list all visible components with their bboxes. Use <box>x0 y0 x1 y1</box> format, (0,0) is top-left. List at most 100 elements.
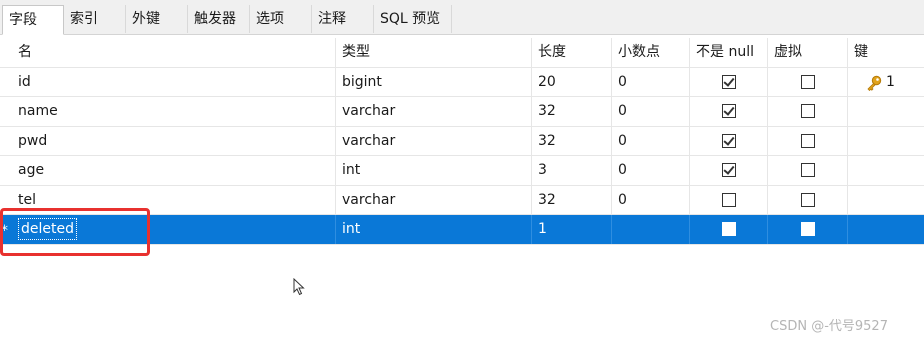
not-null-checkbox[interactable] <box>722 192 736 207</box>
header-virtual[interactable]: 虚拟 <box>768 38 848 67</box>
cell-virtual[interactable] <box>768 156 848 185</box>
cell-decimals-text: 0 <box>618 73 627 90</box>
cell-key[interactable] <box>848 127 924 156</box>
virtual-checkbox[interactable] <box>801 222 815 236</box>
tab-comments[interactable]: 注释 <box>312 5 374 33</box>
cell-type-text: int <box>342 162 361 178</box>
cell-key[interactable]: 1 <box>848 68 924 97</box>
tab-indexes[interactable]: 索引 <box>64 5 126 33</box>
cell-key[interactable] <box>848 156 924 185</box>
cell-decimals[interactable]: 0 <box>612 126 690 155</box>
cell-type-text: varchar <box>342 191 396 208</box>
virtual-checkbox[interactable] <box>801 74 815 89</box>
virtual-checkbox[interactable] <box>801 163 815 177</box>
tab-triggers[interactable]: 触发器 <box>188 5 250 33</box>
cell-type[interactable]: varchar <box>336 97 532 126</box>
not-null-checkbox[interactable] <box>722 163 736 177</box>
cell-name[interactable]: age <box>12 156 336 185</box>
cell-type[interactable]: varchar <box>336 185 532 214</box>
cell-name[interactable]: name <box>12 97 336 126</box>
cell-type-text: bigint <box>342 73 382 90</box>
tab-fields[interactable]: 字段 <box>2 5 64 35</box>
cell-decimals[interactable]: 0 <box>612 185 690 214</box>
cell-not-null[interactable] <box>690 126 768 155</box>
cell-length-text: 20 <box>538 73 556 90</box>
cell-length-text: 32 <box>538 132 556 149</box>
cell-length[interactable]: 32 <box>532 97 612 126</box>
cell-name-text: id <box>18 73 31 90</box>
cell-type-text: varchar <box>342 132 396 149</box>
key-order: 1 <box>886 73 895 90</box>
not-null-checkbox[interactable] <box>722 133 736 148</box>
header-type[interactable]: 类型 <box>336 38 532 67</box>
cell-name-text: pwd <box>18 132 48 149</box>
tab-options[interactable]: 选项 <box>250 5 312 33</box>
cell-name-text: tel <box>18 191 36 208</box>
table-row[interactable]: id bigint 20 0 1 <box>0 67 924 97</box>
checkmark-icon <box>723 74 735 87</box>
cell-length[interactable]: 32 <box>532 126 612 155</box>
cell-length[interactable]: 3 <box>532 156 612 185</box>
cell-key[interactable] <box>848 215 924 244</box>
tab-foreign-keys[interactable]: 外键 <box>126 5 188 33</box>
cell-decimals-text: 0 <box>618 162 627 178</box>
header-not-null[interactable]: 不是 null <box>690 38 768 67</box>
cell-type-text: varchar <box>342 103 396 119</box>
cell-virtual[interactable] <box>768 215 848 244</box>
watermark: CSDN @-代号9527 <box>770 319 888 334</box>
mouse-cursor-icon <box>293 278 305 296</box>
cell-type[interactable]: int <box>336 156 532 185</box>
cell-not-null[interactable] <box>690 215 768 244</box>
cell-not-null[interactable] <box>690 185 768 214</box>
header-name[interactable]: 名 <box>12 38 336 67</box>
not-null-checkbox[interactable] <box>722 104 736 118</box>
cell-virtual[interactable] <box>768 126 848 155</box>
grid-header: 名 类型 长度 小数点 不是 null 虚拟 键 <box>0 38 924 68</box>
cell-length[interactable]: 1 <box>532 215 612 244</box>
cell-not-null[interactable] <box>690 67 768 96</box>
virtual-checkbox[interactable] <box>801 133 815 148</box>
cell-name[interactable]: id <box>12 67 336 96</box>
table-row[interactable]: name varchar 32 0 <box>0 97 924 127</box>
checkmark-icon <box>723 104 735 116</box>
cell-type-text: int <box>342 221 361 237</box>
cell-name[interactable]: pwd <box>12 126 336 155</box>
cell-key[interactable] <box>848 186 924 215</box>
cell-length[interactable]: 32 <box>532 185 612 214</box>
not-null-checkbox[interactable] <box>722 222 736 236</box>
cell-not-null[interactable] <box>690 97 768 126</box>
not-null-checkbox[interactable] <box>722 74 736 89</box>
cell-virtual[interactable] <box>768 97 848 126</box>
tab-sql-preview[interactable]: SQL 预览 <box>374 5 452 33</box>
cell-name-text: name <box>18 103 58 119</box>
virtual-checkbox[interactable] <box>801 192 815 207</box>
cell-key[interactable] <box>848 97 924 126</box>
cell-decimals-text: 0 <box>618 191 627 208</box>
checkmark-icon <box>723 133 735 146</box>
key-icon <box>867 75 882 91</box>
table-row[interactable]: pwd varchar 32 0 <box>0 126 924 156</box>
cell-type[interactable]: varchar <box>336 126 532 155</box>
cell-decimals[interactable]: 0 <box>612 67 690 96</box>
cell-name-text: age <box>18 162 45 178</box>
cell-type[interactable]: int <box>336 215 532 244</box>
tab-bar: 字段 索引 外键 触发器 选项 注释 SQL 预览 <box>0 0 924 35</box>
annotation-highlight-box <box>0 208 150 256</box>
header-length[interactable]: 长度 <box>532 38 612 67</box>
virtual-checkbox[interactable] <box>801 104 815 118</box>
cell-length-text: 32 <box>538 191 556 208</box>
header-decimals[interactable]: 小数点 <box>612 38 690 67</box>
table-row[interactable]: age int 3 0 <box>0 156 924 186</box>
cell-length[interactable]: 20 <box>532 67 612 96</box>
cell-type[interactable]: bigint <box>336 67 532 96</box>
cell-virtual[interactable] <box>768 185 848 214</box>
cell-decimals[interactable]: 0 <box>612 97 690 126</box>
cell-decimals[interactable]: 0 <box>612 156 690 185</box>
cell-decimals[interactable] <box>612 215 690 244</box>
cell-length-text: 32 <box>538 103 556 119</box>
cell-not-null[interactable] <box>690 156 768 185</box>
header-key[interactable]: 键 <box>848 38 924 67</box>
cell-decimals-text: 0 <box>618 132 627 149</box>
checkmark-icon <box>723 163 735 175</box>
cell-virtual[interactable] <box>768 67 848 96</box>
